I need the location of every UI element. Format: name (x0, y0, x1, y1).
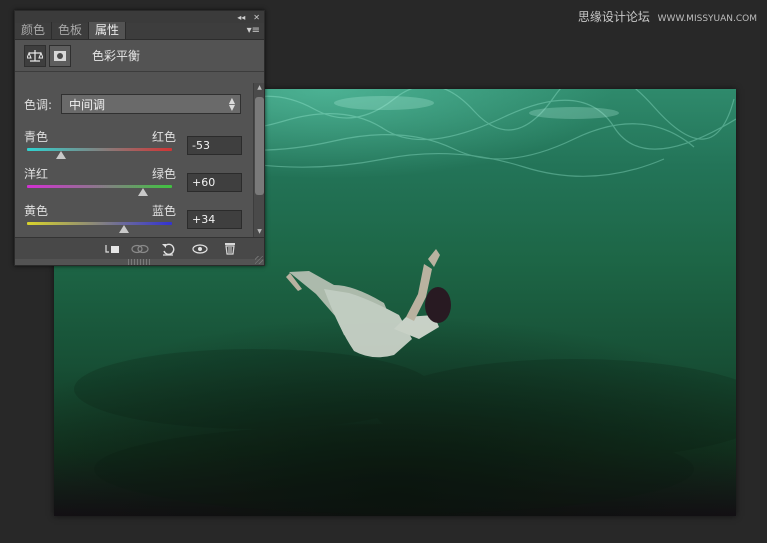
scale-icon[interactable] (24, 44, 46, 67)
properties-panel: ◂◂ ✕ 颜色 色板 属性 ▾≡ 色彩平衡 色调: 中间调 ▲▼ 青色 红色 (14, 10, 265, 266)
tab-properties[interactable]: 属性 (89, 22, 127, 39)
scroll-down-icon[interactable]: ▼ (255, 228, 264, 236)
panel-content: 色调: 中间调 ▲ ▼ 青色 红色 -53 洋红 绿色 +60 黄色 蓝色 +34 (15, 83, 253, 237)
tone-row: 色调: 中间调 ▲ ▼ (24, 94, 241, 114)
adjustment-header: 色彩平衡 (15, 40, 264, 72)
slider-value-input[interactable]: -53 (187, 136, 242, 155)
trash-icon (225, 243, 235, 255)
slider-yellow-blue: 黄色 蓝色 +34 (24, 202, 253, 236)
slider-right-label: 绿色 (152, 167, 177, 181)
scrollbar-thumb[interactable] (255, 97, 264, 195)
slider-right-label: 蓝色 (152, 204, 177, 218)
panel-bottom-toolbar (15, 237, 264, 259)
panel-resize-grip[interactable] (128, 259, 150, 265)
slider-track[interactable] (27, 222, 172, 225)
close-icon[interactable]: ✕ (253, 13, 260, 22)
panel-title: 色彩平衡 (92, 49, 141, 63)
watermark-main: 思缘设计论坛 (577, 10, 650, 24)
toggle-visibility-button[interactable] (187, 240, 213, 257)
slider-value-input[interactable]: +60 (187, 173, 242, 192)
slider-track[interactable] (27, 148, 172, 151)
reset-icon (162, 243, 175, 256)
panel-menu-icon[interactable]: ▾≡ (247, 25, 260, 36)
slider-cyan-red: 青色 红色 -53 (24, 128, 253, 162)
slider-right-label: 红色 (152, 130, 177, 144)
slider-value-input[interactable]: +34 (187, 210, 242, 229)
clip-to-layer-button[interactable] (99, 240, 125, 257)
layer-mask-icon[interactable] (49, 44, 71, 67)
tone-select-value: 中间调 (69, 97, 106, 112)
delete-adjustment-button[interactable] (217, 240, 243, 257)
collapse-icon[interactable]: ◂◂ (237, 13, 245, 22)
panel-corner-grip[interactable] (255, 256, 263, 264)
slider-magenta-green: 洋红 绿色 +60 (24, 165, 253, 199)
eye-previous-icon (131, 244, 149, 253)
panel-tabs: 颜色 色板 属性 ▾≡ (15, 22, 264, 40)
clip-icon (105, 244, 119, 253)
slider-left-label: 青色 (24, 130, 49, 144)
slider-track[interactable] (27, 185, 172, 188)
watermark: 思缘设计论坛 WWW.MISSYUAN.COM (578, 8, 757, 25)
tab-color[interactable]: 颜色 (15, 22, 53, 39)
panel-scrollbar[interactable]: ▲ ▼ (253, 83, 264, 237)
slider-thumb[interactable] (56, 151, 67, 159)
tone-select[interactable]: 中间调 ▲ ▼ (61, 94, 241, 114)
reset-button[interactable] (155, 240, 181, 257)
slider-left-label: 黄色 (24, 204, 49, 218)
select-arrows-icon: ▲ ▼ (228, 96, 235, 112)
scroll-up-icon[interactable]: ▲ (255, 84, 264, 92)
tab-swatches[interactable]: 色板 (52, 22, 90, 39)
slider-thumb[interactable] (138, 188, 148, 196)
eye-icon (192, 243, 208, 254)
watermark-url: WWW.MISSYUAN.COM (657, 14, 757, 24)
floating-woman (286, 249, 451, 358)
slider-thumb[interactable] (119, 225, 130, 233)
slider-left-label: 洋红 (24, 167, 49, 181)
tone-label: 色调: (24, 97, 53, 112)
view-previous-button[interactable] (127, 240, 153, 257)
